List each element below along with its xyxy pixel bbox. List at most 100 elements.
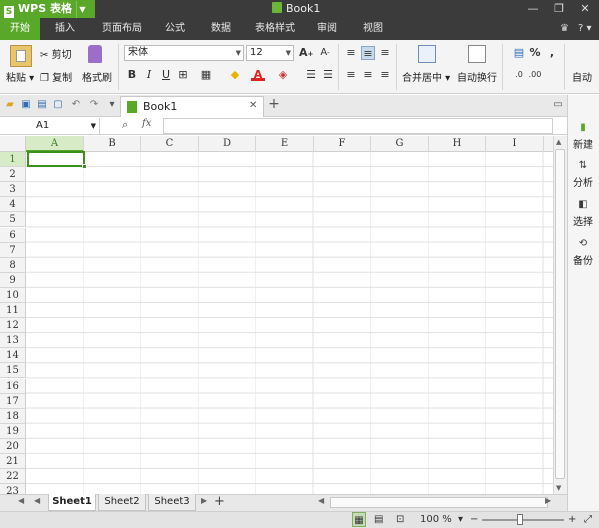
row-header[interactable]: 21 — [0, 454, 26, 469]
help-button[interactable]: ? ▾ — [578, 18, 592, 40]
maximize-button[interactable]: ❐ — [548, 0, 570, 18]
sheet-tab-3[interactable]: Sheet3 — [148, 494, 196, 511]
row-header[interactable]: 3 — [0, 182, 26, 198]
format-painter-icon[interactable] — [88, 45, 102, 63]
cell-style-icon[interactable]: ▦ — [199, 68, 213, 82]
redo-icon[interactable]: ↷ — [88, 99, 100, 111]
expand-icon[interactable]: ⤢ — [584, 512, 592, 527]
row-header[interactable]: 5 — [0, 212, 26, 228]
fill-color-icon[interactable]: ◆ — [228, 68, 242, 82]
column-header-g[interactable]: G — [371, 136, 429, 152]
row-header[interactable]: 17 — [0, 393, 26, 409]
row-header[interactable]: 9 — [0, 272, 26, 288]
sidebar-new-button[interactable]: ▮ 新建 — [568, 122, 598, 151]
print-icon[interactable]: ▤ — [36, 99, 48, 111]
tab-page-layout[interactable]: 页面布局 — [92, 18, 152, 40]
column-header-h[interactable]: H — [429, 136, 486, 152]
row-header[interactable]: 16 — [0, 378, 26, 394]
row-header[interactable]: 4 — [0, 197, 26, 213]
row-header[interactable]: 12 — [0, 318, 26, 334]
normal-view-icon[interactable]: ▦ — [352, 512, 366, 527]
italic-button[interactable]: I — [142, 68, 156, 82]
zoom-slider[interactable] — [482, 519, 564, 521]
percent-button[interactable]: % — [528, 46, 542, 60]
zoom-slider-thumb[interactable] — [517, 514, 523, 525]
scroll-left-icon[interactable]: ◀ — [318, 496, 324, 505]
formula-input[interactable] — [163, 118, 553, 134]
tab-home[interactable]: 开始 — [0, 18, 40, 40]
vertical-scroll-thumb[interactable] — [555, 149, 565, 479]
column-header-e[interactable]: E — [256, 136, 314, 152]
zoom-out-icon[interactable]: − — [470, 512, 478, 527]
clear-format-icon[interactable]: ◈ — [276, 68, 290, 82]
auto-button[interactable]: 自动 — [572, 69, 592, 84]
active-cell[interactable] — [27, 151, 87, 169]
underline-button[interactable]: U — [159, 68, 173, 82]
select-all-corner[interactable] — [0, 136, 26, 152]
increase-font-icon[interactable]: A+ — [299, 46, 313, 60]
add-sheet-plus-icon[interactable]: + — [214, 494, 225, 509]
fx-button[interactable]: fx — [142, 118, 151, 129]
row-header[interactable]: 8 — [0, 257, 26, 273]
row-header[interactable]: 6 — [0, 227, 26, 243]
row-header[interactable]: 19 — [0, 423, 26, 439]
tab-table-style[interactable]: 表格样式 — [248, 18, 302, 40]
name-box[interactable]: A1 ▼ — [0, 118, 100, 134]
row-header[interactable]: 7 — [0, 242, 26, 258]
prev-sheet-icon[interactable]: ◀ — [18, 496, 24, 505]
paste-icon[interactable] — [10, 45, 32, 67]
merge-center-button[interactable]: 合并居中 ▾ — [402, 69, 450, 84]
column-header-d[interactable]: D — [199, 136, 256, 152]
copy-button[interactable]: ❐ 复制 — [40, 69, 72, 84]
tab-review[interactable]: 审阅 — [310, 18, 344, 40]
new-tab-plus-icon[interactable]: + — [268, 97, 280, 111]
full-screen-icon[interactable]: ⊡ — [396, 512, 404, 527]
number-format-icon[interactable]: ▤ — [512, 46, 526, 60]
open-folder-icon[interactable]: ▰ — [4, 99, 16, 111]
fill-handle[interactable] — [82, 164, 87, 169]
decrease-font-icon[interactable]: A- — [318, 46, 332, 60]
minimize-button[interactable]: — — [522, 0, 544, 18]
tab-view[interactable]: 视图 — [356, 18, 390, 40]
bold-button[interactable]: B — [125, 68, 139, 82]
border-icon[interactable]: ⊞ — [176, 68, 190, 82]
save-icon[interactable]: ▣ — [20, 99, 32, 111]
row-header[interactable]: 14 — [0, 348, 26, 364]
tab-data[interactable]: 数据 — [204, 18, 238, 40]
wrap-text-button[interactable]: 自动换行 — [457, 69, 497, 84]
align-top-icon[interactable]: ≡ — [344, 46, 358, 60]
zoom-in-icon[interactable]: + — [568, 512, 576, 527]
decrease-decimal-icon[interactable]: .00 — [528, 68, 542, 82]
column-header-a[interactable]: A — [26, 136, 84, 152]
row-header[interactable]: 11 — [0, 303, 26, 318]
cell-grid[interactable] — [26, 152, 553, 494]
increase-decimal-icon[interactable]: .0 — [512, 68, 526, 82]
row-header[interactable]: 1 — [0, 152, 26, 167]
format-painter-button[interactable]: 格式刷 — [82, 69, 112, 84]
chevron-down-icon[interactable]: ▾ — [106, 99, 118, 111]
cut-button[interactable]: ✂ 剪切 — [40, 46, 72, 61]
tab-list-icon[interactable]: ▭ — [552, 99, 564, 111]
chevron-down-icon[interactable]: ▼ — [75, 1, 88, 19]
column-header-c[interactable]: C — [141, 136, 199, 152]
column-header-i[interactable]: I — [486, 136, 544, 152]
sheet-tab-2[interactable]: Sheet2 — [98, 494, 146, 511]
font-color-icon[interactable]: A — [251, 68, 265, 81]
font-name-select[interactable]: 宋体 ▼ — [124, 45, 244, 61]
align-center-icon[interactable]: ≡ — [361, 68, 375, 82]
sidebar-select-button[interactable]: ◧ 选择 — [568, 199, 598, 228]
align-middle-icon[interactable]: ≡ — [361, 46, 375, 60]
page-break-view-icon[interactable]: ▤ — [374, 512, 383, 527]
undo-icon[interactable]: ↶ — [70, 99, 82, 111]
wrap-text-icon[interactable] — [468, 45, 486, 63]
row-header[interactable]: 15 — [0, 363, 26, 379]
scroll-up-icon[interactable]: ▲ — [556, 138, 561, 146]
comma-button[interactable]: , — [545, 46, 559, 60]
row-header[interactable]: 10 — [0, 287, 26, 303]
row-header[interactable]: 20 — [0, 438, 26, 454]
sheet-tab-1[interactable]: Sheet1 — [48, 494, 96, 511]
tab-insert[interactable]: 插入 — [46, 18, 84, 40]
merge-center-icon[interactable] — [418, 45, 436, 63]
row-header[interactable]: 18 — [0, 408, 26, 424]
app-menu-button[interactable]: S WPS 表格 ▼ — [0, 0, 95, 19]
